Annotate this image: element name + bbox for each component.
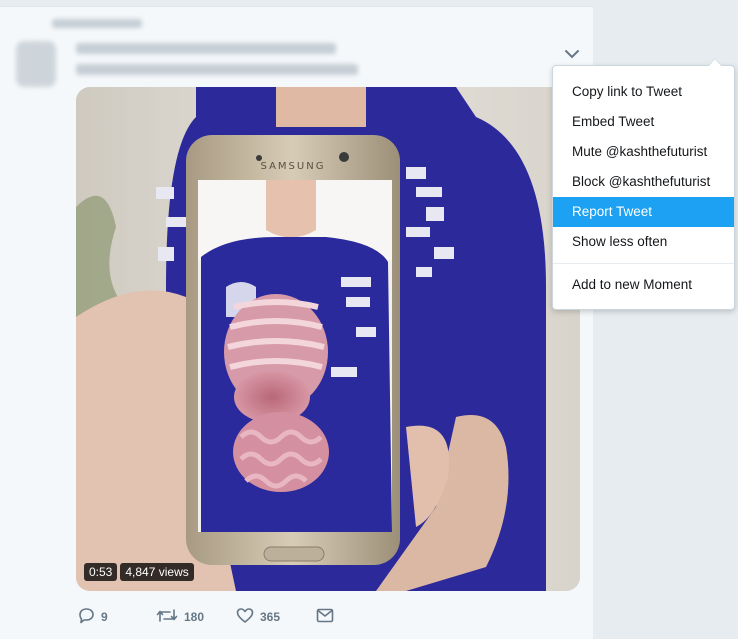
retweet-icon	[156, 607, 178, 628]
menu-divider	[553, 263, 734, 264]
menu-item-copy-link[interactable]: Copy link to Tweet	[553, 77, 734, 107]
avatar	[16, 41, 56, 87]
video-views-badge: 4,847 views	[120, 563, 194, 581]
direct-message-button[interactable]	[316, 608, 334, 627]
retweet-count: 180	[184, 610, 205, 624]
tweet-card[interactable]: SAMSUNG 0:53 4,847 views 9 180 365	[0, 6, 593, 639]
reply-icon	[78, 607, 95, 628]
reply-button[interactable]: 9	[78, 607, 156, 628]
retweet-button[interactable]: 180	[156, 607, 236, 628]
message-icon	[316, 608, 334, 627]
like-button[interactable]: 365	[236, 607, 316, 628]
like-icon	[236, 607, 254, 628]
menu-item-report-tweet[interactable]: Report Tweet	[553, 197, 734, 227]
menu-item-add-to-moment[interactable]: Add to new Moment	[553, 270, 734, 300]
tweet-options-menu: Copy link to Tweet Embed Tweet Mute @kas…	[552, 58, 735, 310]
menu-item-mute-user[interactable]: Mute @kashthefuturist	[553, 137, 734, 167]
like-count: 365	[260, 610, 281, 624]
menu-item-embed-tweet[interactable]: Embed Tweet	[553, 107, 734, 137]
tweet-header-blurred	[0, 7, 560, 91]
menu-item-block-user[interactable]: Block @kashthefuturist	[553, 167, 734, 197]
reply-count: 9	[101, 610, 108, 624]
tweet-actions: 9 180 365	[78, 605, 334, 629]
tweet-options-button[interactable]	[562, 43, 582, 63]
menu-item-show-less-often[interactable]: Show less often	[553, 227, 734, 257]
phone-brand-text: SAMSUNG	[261, 161, 326, 172]
video-player[interactable]: SAMSUNG 0:53 4,847 views	[76, 87, 580, 591]
caret-down-icon	[565, 44, 579, 63]
video-thumbnail: SAMSUNG	[76, 87, 580, 591]
video-duration-badge: 0:53	[84, 563, 118, 581]
